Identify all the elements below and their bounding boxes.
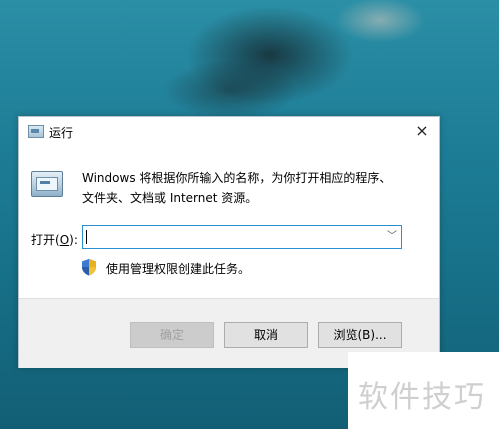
cancel-button[interactable]: 取消 xyxy=(224,322,308,348)
open-combobox[interactable]: ﹀ xyxy=(82,225,402,249)
text-caret xyxy=(86,230,87,244)
description-line-1: Windows 将根据你所输入的名称，为你打开相应的程序、 xyxy=(82,171,392,185)
ok-button[interactable]: 确定 xyxy=(130,322,214,348)
chevron-down-icon[interactable]: ﹀ xyxy=(383,226,401,248)
close-button[interactable]: × xyxy=(405,117,439,145)
open-label-prefix: 打开( xyxy=(31,233,60,247)
open-label-accesskey: O xyxy=(59,233,70,247)
admin-privilege-text: 使用管理权限创建此任务。 xyxy=(106,262,251,276)
watermark-text: 软件技巧 xyxy=(358,380,486,415)
description-line-2: 文件夹、文档或 Internet 资源。 xyxy=(82,191,258,205)
dialog-title: 运行 xyxy=(49,126,74,140)
run-app-icon xyxy=(28,125,44,138)
dialog-description: Windows 将根据你所输入的名称，为你打开相应的程序、 文件夹、文档或 In… xyxy=(82,168,422,208)
watermark: 软件技巧 xyxy=(348,352,499,429)
open-label-suffix: ): xyxy=(69,233,78,247)
run-dialog: 运行 × Windows 将根据你所输入的名称，为你打开相应的程序、 文件夹、文… xyxy=(18,116,440,368)
browse-button[interactable]: 浏览(B)... xyxy=(318,322,402,348)
title-bar[interactable]: 运行 × xyxy=(19,117,439,147)
admin-shield-icon xyxy=(82,259,96,276)
open-label: 打开(O): xyxy=(31,231,78,248)
run-program-icon xyxy=(31,171,63,197)
